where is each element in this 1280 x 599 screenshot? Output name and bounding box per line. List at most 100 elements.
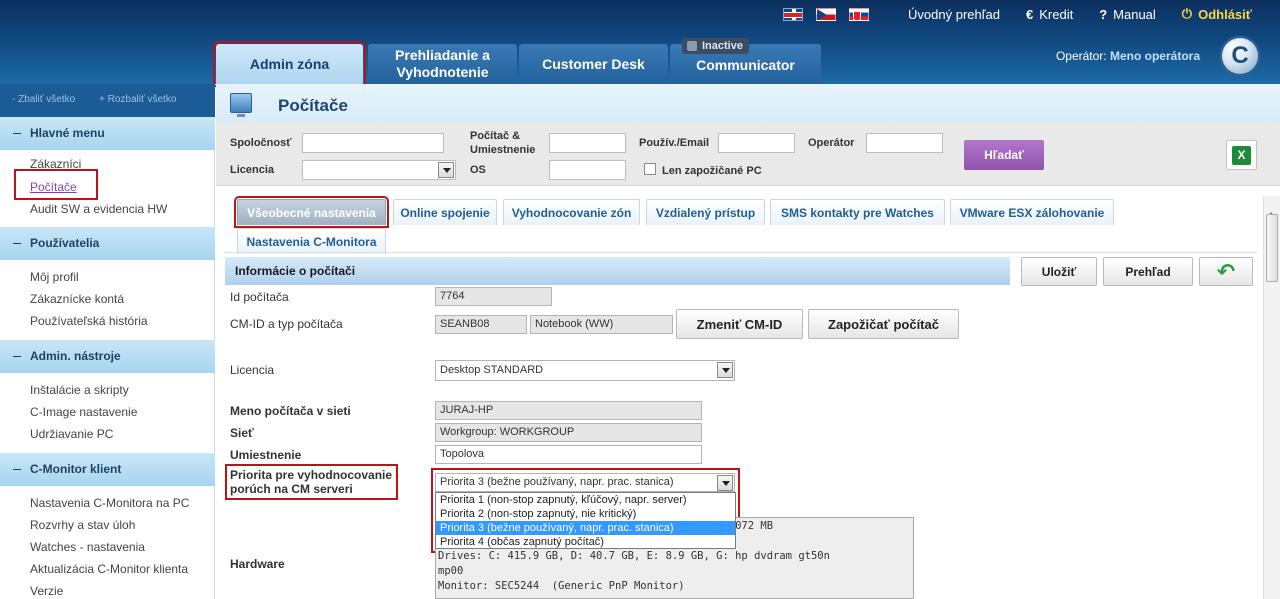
tabs-divider [224,252,1257,253]
overview-button[interactable]: Prehľad [1103,257,1193,286]
expand-all-link[interactable]: + Rozbaliť všetko [99,94,176,105]
user-email-input[interactable] [718,133,795,153]
brand-logo[interactable]: C [1220,36,1260,76]
sidebar-item-customer-accounts[interactable]: Zákaznícke kontá [30,292,124,306]
overview-link-label: Úvodný prehľad [908,6,1000,22]
os-label: OS [470,164,486,176]
tab-overview-label: Prehliadanie a Vyhodnotenie [395,47,490,80]
operator-label: Operátor: [1055,49,1107,63]
save-button[interactable]: Uložiť [1021,257,1097,286]
tab-cmonitor-settings[interactable]: Nastavenia C-Monitora [237,228,386,254]
flag-uk-icon[interactable] [783,7,804,21]
computers-highlight [14,169,98,200]
priority-option-4[interactable]: Priorita 4 (občas zapnutý počítač) [436,535,735,549]
chevron-down-icon [717,475,733,491]
page-header: Počítače [216,84,1280,122]
top-bar: Úvodný prehľad € Kredit ? Manual ⏻ Odhlásiť [783,0,1280,28]
scroll-thumb[interactable] [1266,214,1278,282]
chevron-down-icon [438,162,454,178]
tab-admin-zone[interactable]: Admin zóna [213,41,366,87]
borrowed-only-checkbox[interactable] [644,163,656,175]
tab-admin-zone-label: Admin zóna [249,55,330,72]
overview-link[interactable]: Úvodný prehľad [908,7,1000,22]
excel-export-button[interactable]: X [1226,140,1257,170]
logout-link[interactable]: ⏻ Odhlásiť [1182,6,1252,22]
sidebar-item-update[interactable]: Aktualizácia C-Monitor klienta [30,562,188,576]
os-input[interactable] [549,160,626,180]
page-scrollbar[interactable] [1263,196,1280,599]
tab-online-connection[interactable]: Online spojenie [393,199,497,225]
sidebar-item-cm-settings[interactable]: Nastavenia C-Monitora na PC [30,496,189,510]
flag-cz-icon[interactable] [816,7,837,21]
sidebar-item-schedules[interactable]: Rozvrhy a stav úloh [30,518,135,532]
sidebar-item-profile[interactable]: Môj profil [30,270,79,284]
credit-link-label: Kredit [1039,6,1074,22]
priority-select[interactable]: Priorita 3 (bežne používaný, napr. prac.… [435,473,735,492]
tab-communicator[interactable]: Inactive Communicator [670,38,821,84]
sidebar-item-versions[interactable]: Verzie [30,584,63,598]
tab-zone-evaluation[interactable]: Vyhodnocovanie zón [503,199,640,225]
sidebar-item-watches[interactable]: Watches - nastavenia [30,540,145,554]
tab-customer-desk-label: Customer Desk [542,55,645,72]
chevron-down-icon [717,362,733,378]
tab-communicator-label: Communicator [696,56,795,73]
inactive-badge: Inactive [682,38,749,54]
license-select[interactable]: Desktop STANDARD [435,360,735,381]
back-button[interactable]: ↶ [1199,257,1253,286]
search-button[interactable]: Hľadať [964,140,1044,170]
user-email-label: Použív./Email [639,137,710,149]
priority-option-1[interactable]: Priorita 1 (non-stop zapnutý, kľúčový, n… [436,493,735,507]
operator-name[interactable]: Meno operátora [1110,49,1200,63]
change-cmid-button[interactable]: Zmeniť CM-ID [676,309,803,339]
priority-option-2[interactable]: Priorita 2 (non-stop zapnutý, nie kritic… [436,507,735,521]
network-field: Workgroup: WORKGROUP [435,423,702,442]
tab-vmware-backup[interactable]: VMware ESX zálohovanie [950,199,1114,225]
location-input[interactable]: Topolova [435,445,702,464]
tab-sms-contacts[interactable]: SMS kontakty pre Watches [770,199,945,225]
operator-filter-input[interactable] [866,133,943,153]
company-input[interactable] [302,133,444,153]
license-select-value: Desktop STANDARD [440,364,544,376]
euro-icon: € [1026,6,1034,22]
netname-label: Meno počítača v sieti [230,404,351,418]
collapse-all-link[interactable]: - Zbaliť všetko [12,94,75,105]
back-arrow-icon: ↶ [1216,258,1236,284]
sidebar-item-cimage[interactable]: C-Image nastavenie [30,405,137,419]
sidebar-expand-bar: - Zbaliť všetko + Rozbaliť všetko [0,84,215,117]
hardware-label: Hardware [230,557,285,571]
priority-dropdown-list: Priorita 1 (non-stop zapnutý, kľúčový, n… [435,492,736,549]
tab-remote-access[interactable]: Vzdialený prístup [646,199,765,225]
help-icon: ? [1099,6,1108,22]
cmid-label: CM-ID a typ počítača [230,317,343,331]
sidebar-item-maintenance[interactable]: Udržiavanie PC [30,427,113,441]
power-icon: ⏻ [1181,6,1193,21]
tab-general-settings[interactable]: Všeobecné nastavenia [234,196,389,228]
sidebar-item-user-history[interactable]: Používateľská história [30,314,148,328]
credit-link[interactable]: € Kredit [1026,7,1073,22]
sidebar-item-installs[interactable]: Inštalácie a skripty [30,383,129,397]
sidebar-section-users[interactable]: Používatelia [0,227,215,260]
license-label: Licencia [230,363,275,377]
operator-filter-label: Operátor [808,137,855,149]
sidebar-section-client[interactable]: C-Monitor klient [0,453,215,486]
netname-field: JURAJ-HP [435,401,702,420]
sidebar-section-main[interactable]: Hlavné menu [0,117,215,150]
tab-overview[interactable]: Prehliadanie a Vyhodnotenie [368,44,517,84]
sidebar-item-audit[interactable]: Audit SW a evidencia HW [30,202,167,216]
priority-select-value: Priorita 3 (bežne používaný, napr. prac.… [440,476,674,488]
operator-info: Operátor: Meno operátora [1056,49,1200,63]
lend-computer-button[interactable]: Zapožičať počítač [808,309,959,339]
network-label: Sieť [230,426,254,440]
pc-location-input[interactable] [549,133,626,153]
pc-location-label: Počítač & Umiestnenie [470,130,536,156]
license-filter-select[interactable] [302,160,456,180]
sidebar-section-admin-tools[interactable]: Admin. nástroje [0,340,215,373]
sidebar-item-customers[interactable]: Zákazníci [30,157,81,171]
manual-link[interactable]: ? Manual [1099,7,1156,22]
tab-customer-desk[interactable]: Customer Desk [519,44,668,84]
computer-type-field: Notebook (WW) [530,315,673,334]
company-label: Spoločnosť [230,137,292,149]
location-label: Umiestnenie [230,448,302,462]
priority-option-3[interactable]: Priorita 3 (bežne používaný, napr. prac.… [436,521,735,535]
flag-sk-icon[interactable] [849,7,870,21]
